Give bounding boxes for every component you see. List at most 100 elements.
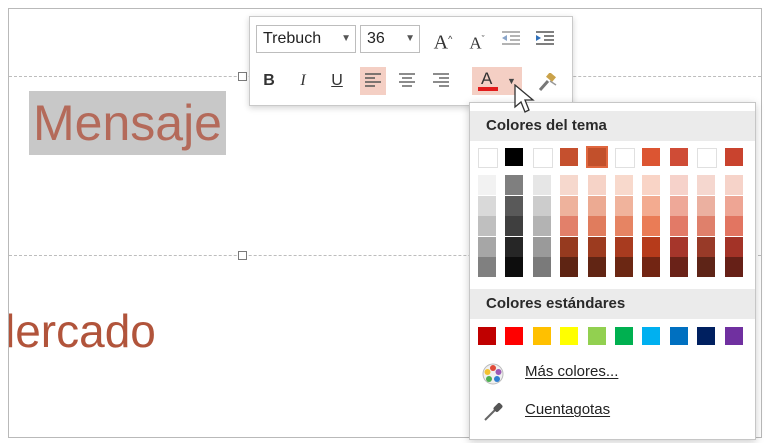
theme-shade-swatch[interactable]: [615, 216, 633, 236]
theme-shade-swatch[interactable]: [587, 236, 606, 257]
theme-shade-swatch[interactable]: [478, 175, 496, 195]
theme-color-swatch[interactable]: [697, 148, 718, 168]
theme-color-swatch[interactable]: [560, 148, 579, 166]
theme-shade-swatch[interactable]: [642, 195, 661, 216]
standard-colors-label: Colores estándares: [486, 295, 626, 312]
theme-shade-swatch[interactable]: [478, 257, 496, 277]
theme-shade-swatch[interactable]: [505, 236, 524, 257]
theme-shade-swatch[interactable]: [587, 195, 606, 216]
theme-shade-swatch[interactable]: [505, 175, 524, 195]
font-size-value: 36: [367, 30, 385, 47]
theme-shade-swatch[interactable]: [724, 195, 743, 216]
align-left-icon: [365, 73, 381, 87]
standard-color-swatch[interactable]: [532, 327, 551, 345]
theme-shade-swatch[interactable]: [697, 257, 716, 277]
theme-shade-swatch[interactable]: [615, 236, 633, 257]
format-painter-button[interactable]: [534, 67, 560, 95]
standard-color-swatch[interactable]: [587, 327, 606, 345]
standard-color-swatch[interactable]: [560, 327, 579, 345]
theme-shade-swatch[interactable]: [669, 175, 688, 195]
color-palette-icon: [482, 363, 504, 385]
theme-shade-swatch[interactable]: [642, 236, 661, 257]
theme-shade-swatch[interactable]: [697, 236, 716, 257]
chevron-down-icon[interactable]: ▼: [405, 26, 415, 52]
theme-shade-swatch[interactable]: [560, 216, 579, 236]
theme-shade-swatch[interactable]: [642, 257, 661, 277]
theme-color-swatch[interactable]: [478, 148, 498, 168]
theme-color-swatch[interactable]: [585, 146, 608, 168]
eyedropper-label: Cuentagotas: [525, 401, 611, 418]
theme-shade-swatch[interactable]: [478, 195, 496, 216]
decrease-indent-icon: [502, 31, 520, 45]
eyedropper-icon: [484, 403, 503, 421]
standard-color-swatch[interactable]: [724, 327, 743, 345]
theme-shade-swatch[interactable]: [532, 195, 551, 216]
theme-shade-swatch[interactable]: [697, 216, 716, 236]
underline-button[interactable]: U: [324, 67, 350, 95]
theme-shade-swatch[interactable]: [560, 175, 579, 195]
eyedropper-menu-item[interactable]: Cuentagotas: [470, 393, 755, 429]
theme-shade-swatch[interactable]: [505, 216, 524, 236]
theme-shade-swatch[interactable]: [478, 216, 496, 236]
theme-color-swatch[interactable]: [642, 148, 661, 166]
grow-font-icon: A: [433, 31, 449, 54]
theme-shade-swatch[interactable]: [560, 195, 579, 216]
theme-shade-swatch[interactable]: [532, 216, 551, 236]
theme-shade-swatch[interactable]: [560, 257, 579, 277]
theme-shade-swatch[interactable]: [532, 175, 551, 195]
theme-shade-swatch[interactable]: [724, 175, 743, 195]
theme-shade-swatch[interactable]: [724, 236, 743, 257]
bold-button[interactable]: B: [256, 67, 282, 95]
theme-color-swatch[interactable]: [532, 148, 553, 168]
theme-color-swatch[interactable]: [505, 148, 524, 166]
theme-shade-swatch[interactable]: [669, 236, 688, 257]
font-name-combo[interactable]: Trebuch ▼: [256, 25, 356, 53]
theme-shade-swatch[interactable]: [587, 257, 606, 277]
theme-shade-swatch[interactable]: [642, 216, 661, 236]
theme-shade-swatch[interactable]: [724, 216, 743, 236]
chevron-down-icon[interactable]: ▼: [341, 26, 351, 52]
standard-color-swatch[interactable]: [669, 327, 688, 345]
grow-font-button[interactable]: A^: [430, 25, 456, 53]
align-center-button[interactable]: [394, 67, 420, 95]
theme-shade-swatch[interactable]: [669, 216, 688, 236]
theme-color-swatch[interactable]: [724, 148, 743, 166]
theme-shade-swatch[interactable]: [532, 257, 551, 277]
theme-shade-swatch[interactable]: [478, 236, 496, 257]
theme-shade-swatch[interactable]: [615, 175, 633, 195]
standard-color-swatch[interactable]: [697, 327, 716, 345]
font-size-combo[interactable]: 36 ▼: [360, 25, 420, 53]
slide-title-text[interactable]: Mensaje: [29, 91, 226, 155]
slide-subtitle-text[interactable]: lercado: [9, 301, 156, 361]
theme-color-swatch[interactable]: [669, 148, 688, 166]
resize-handle[interactable]: [238, 251, 247, 260]
align-left-button[interactable]: [360, 67, 386, 95]
theme-shade-swatch[interactable]: [615, 257, 633, 277]
theme-shade-swatch[interactable]: [615, 195, 633, 216]
theme-shade-swatch[interactable]: [724, 257, 743, 277]
align-right-button[interactable]: [428, 67, 454, 95]
standard-color-swatch[interactable]: [478, 327, 496, 345]
more-colors-menu-item[interactable]: Más colores...: [470, 355, 755, 391]
theme-shade-swatch[interactable]: [642, 175, 661, 195]
theme-shade-swatch[interactable]: [505, 195, 524, 216]
decrease-indent-button[interactable]: [498, 25, 524, 53]
standard-color-swatch[interactable]: [505, 327, 524, 345]
italic-button[interactable]: I: [290, 67, 316, 95]
shrink-font-button[interactable]: Aˇ: [464, 25, 490, 53]
increase-indent-button[interactable]: [532, 25, 558, 53]
mouse-cursor-icon: [514, 84, 535, 113]
theme-color-swatch[interactable]: [615, 148, 635, 168]
theme-shade-swatch[interactable]: [697, 195, 716, 216]
theme-shade-swatch[interactable]: [587, 175, 606, 195]
theme-shade-swatch[interactable]: [669, 195, 688, 216]
theme-shade-swatch[interactable]: [669, 257, 688, 277]
theme-shade-swatch[interactable]: [532, 236, 551, 257]
theme-shade-swatch[interactable]: [697, 175, 716, 195]
theme-shade-swatch[interactable]: [560, 236, 579, 257]
theme-shade-swatch[interactable]: [587, 216, 606, 236]
standard-color-swatch[interactable]: [642, 327, 661, 345]
standard-color-swatch[interactable]: [615, 327, 633, 345]
theme-shade-swatch[interactable]: [505, 257, 524, 277]
resize-handle[interactable]: [238, 72, 247, 81]
